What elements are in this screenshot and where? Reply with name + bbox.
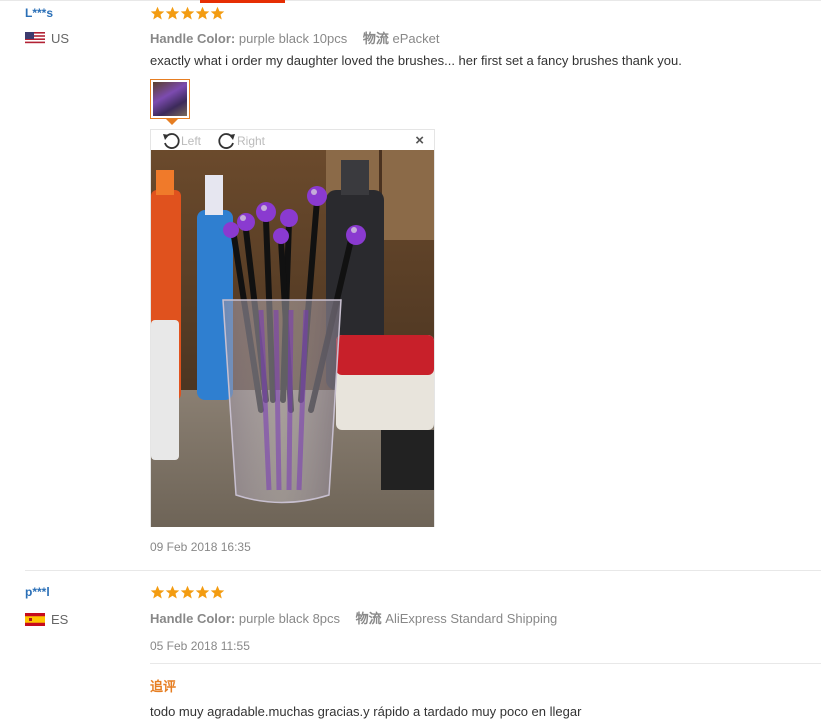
followup-text: todo muy agradable.muchas gracias.y rápi… <box>150 704 582 719</box>
star-icon <box>165 585 180 599</box>
country-code: US <box>51 31 70 46</box>
reviewer-name[interactable]: p***l <box>25 585 50 599</box>
thumbnail-pointer <box>166 119 178 125</box>
shipping-label: 物流 <box>362 31 389 46</box>
review-photo-thumbnail[interactable] <box>150 79 190 119</box>
rotate-right-icon <box>218 133 235 149</box>
reviewer-country: US <box>25 31 69 46</box>
review-item: p***l ES Handle Color: purple black 8pcs… <box>0 570 821 726</box>
star-rating <box>150 6 225 22</box>
color-label: Handle Color: <box>150 611 236 626</box>
shipping-label: 物流 <box>355 611 382 626</box>
review-item: L***s US Handle Color: purple black 10pc… <box>0 0 821 570</box>
photo-viewer: Left Right × <box>150 129 435 527</box>
color-value: purple black 8pcs <box>238 611 341 626</box>
review-text: exactly what i order my daughter loved t… <box>150 53 682 68</box>
star-icon <box>210 585 225 599</box>
review-date: 05 Feb 2018 11:55 <box>150 639 250 653</box>
rotate-left-button[interactable]: Left <box>161 131 201 151</box>
color-value: purple black 10pcs <box>238 31 348 46</box>
star-icon <box>210 6 225 20</box>
star-icon <box>150 6 165 20</box>
star-icon <box>180 585 195 599</box>
us-flag-icon <box>25 32 45 45</box>
rotate-left-icon <box>163 133 180 149</box>
review-photo <box>151 150 434 527</box>
star-icon <box>150 585 165 599</box>
star-icon <box>195 6 210 20</box>
star-rating <box>150 585 225 601</box>
review-date: 09 Feb 2018 16:35 <box>150 540 251 554</box>
rotate-right-button[interactable]: Right <box>217 131 265 151</box>
es-flag-icon <box>25 613 45 626</box>
color-label: Handle Color: <box>150 31 236 46</box>
star-icon <box>165 6 180 20</box>
country-code: ES <box>51 612 69 627</box>
shipping-value: AliExpress Standard Shipping <box>385 611 558 626</box>
shipping-value: ePacket <box>392 31 440 46</box>
star-icon <box>195 585 210 599</box>
close-viewer-button[interactable]: × <box>415 132 424 149</box>
star-icon <box>180 6 195 20</box>
reviewer-name[interactable]: L***s <box>25 6 53 20</box>
followup-divider <box>150 663 821 664</box>
rotate-left-label: Left <box>181 134 202 148</box>
order-info: Handle Color: purple black 8pcs 物流 AliEx… <box>150 608 557 627</box>
rotate-right-label: Right <box>237 134 266 148</box>
order-info: Handle Color: purple black 10pcs 物流 ePac… <box>150 28 440 47</box>
reviewer-country: ES <box>25 612 68 627</box>
followup-label: 追评 <box>150 679 177 694</box>
photo-viewer-toolbar: Left Right × <box>151 130 434 150</box>
